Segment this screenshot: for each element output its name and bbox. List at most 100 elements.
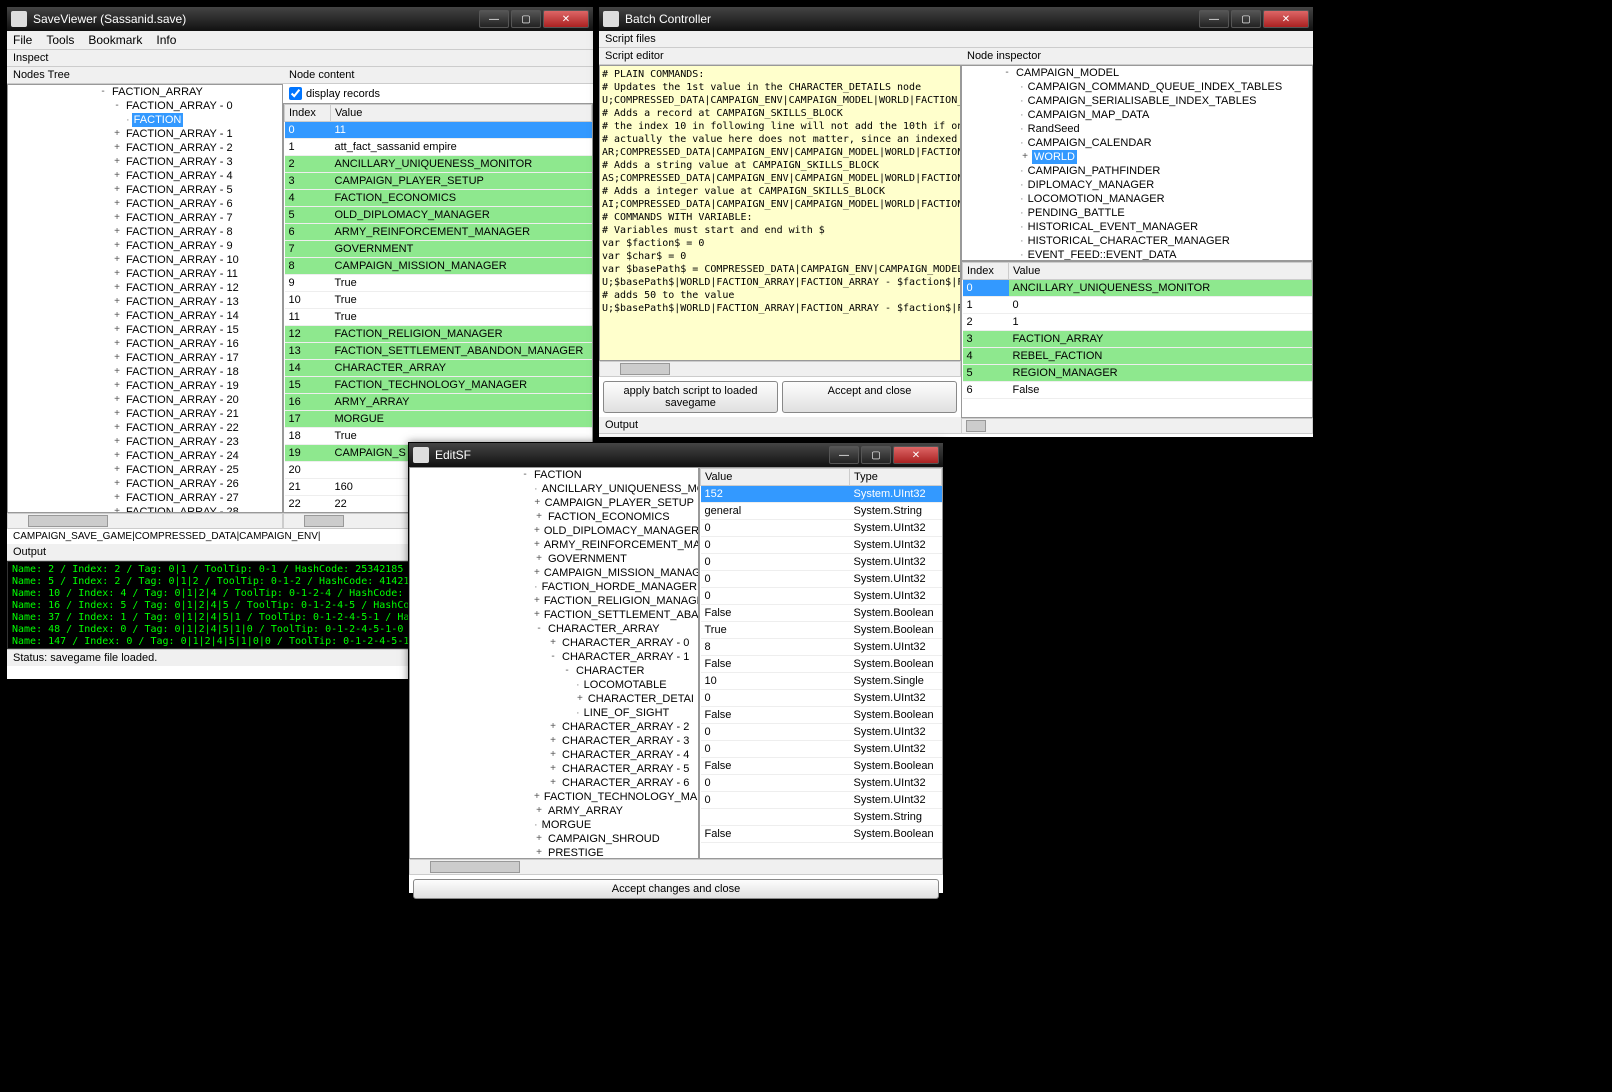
tree-item[interactable]: +FACTION_ARRAY - 2 <box>8 141 282 155</box>
editsf-table[interactable]: Value Type 152System.UInt32generalSystem… <box>699 467 943 859</box>
tree-item[interactable]: +CAMPAIGN_MISSION_MANAGEI <box>410 566 698 580</box>
tree-item[interactable]: -FACTION <box>410 468 698 482</box>
table-row[interactable]: 6False <box>963 382 1312 399</box>
table-row[interactable]: 21 <box>963 314 1312 331</box>
menu-info[interactable]: Info <box>156 33 176 47</box>
table-row[interactable]: 1att_fact_sassanid empire <box>285 139 592 156</box>
maximize-button[interactable]: ▢ <box>1231 10 1261 28</box>
tree-item[interactable]: +FACTION_ARRAY - 13 <box>8 295 282 309</box>
display-records-checkbox[interactable] <box>289 87 302 100</box>
tree-item[interactable]: +FACTION_ARRAY - 26 <box>8 477 282 491</box>
table-row[interactable]: 0System.UInt32 <box>701 520 942 537</box>
tree-item[interactable]: +FACTION_ARRAY - 4 <box>8 169 282 183</box>
table-row[interactable]: 7GOVERNMENT <box>285 241 592 258</box>
maximize-button[interactable]: ▢ <box>861 446 891 464</box>
table-row[interactable]: TrueSystem.Boolean <box>701 622 942 639</box>
tree-item[interactable]: +FACTION_RELIGION_MANAGER <box>410 594 698 608</box>
tree-item[interactable]: ·CAMPAIGN_MAP_DATA <box>962 108 1312 122</box>
table-row[interactable]: 13FACTION_SETTLEMENT_ABANDON_MANAGER <box>285 343 592 360</box>
tree-item[interactable]: ·CAMPAIGN_COMMAND_QUEUE_INDEX_TABLES <box>962 80 1312 94</box>
tree-item[interactable]: +WORLD <box>962 150 1312 164</box>
table-row[interactable]: 0System.UInt32 <box>701 537 942 554</box>
table-row[interactable]: 11True <box>285 309 592 326</box>
tree-item[interactable]: +FACTION_ECONOMICS <box>410 510 698 524</box>
th-index[interactable]: Index <box>285 105 331 122</box>
tree-item[interactable]: +FACTION_ARRAY - 10 <box>8 253 282 267</box>
tree-item[interactable]: +FACTION_ARRAY - 18 <box>8 365 282 379</box>
table-row[interactable]: 4REBEL_FACTION <box>963 348 1312 365</box>
table-row[interactable]: FalseSystem.Boolean <box>701 707 942 724</box>
table-row[interactable]: 8System.UInt32 <box>701 639 942 656</box>
tree-item[interactable]: ·CAMPAIGN_PATHFINDER <box>962 164 1312 178</box>
titlebar[interactable]: SaveViewer (Sassanid.save) — ▢ ✕ <box>7 7 593 31</box>
table-row[interactable]: 9True <box>285 275 592 292</box>
tree-item[interactable]: +CAMPAIGN_PLAYER_SETUP <box>410 496 698 510</box>
table-row[interactable]: FalseSystem.Boolean <box>701 826 942 843</box>
table-row[interactable]: 8CAMPAIGN_MISSION_MANAGER <box>285 258 592 275</box>
tree-item[interactable]: ·CAMPAIGN_CALENDAR <box>962 136 1312 150</box>
titlebar[interactable]: EditSF — ▢ ✕ <box>409 443 943 467</box>
table-row[interactable]: 16ARMY_ARRAY <box>285 394 592 411</box>
tree-hscroll[interactable] <box>7 513 283 529</box>
tree-item[interactable]: ·LOCOMOTION_MANAGER <box>962 192 1312 206</box>
close-button[interactable]: ✕ <box>893 446 939 464</box>
table-row[interactable]: 0ANCILLARY_UNIQUENESS_MONITOR <box>963 280 1312 297</box>
table-row[interactable]: System.String <box>701 809 942 826</box>
menu-tools[interactable]: Tools <box>46 33 74 47</box>
nodes-tree[interactable]: -FACTION_ARRAY-FACTION_ARRAY - 0·FACTION… <box>7 84 283 513</box>
table-row[interactable]: 10System.Single <box>701 673 942 690</box>
table-row[interactable]: 3CAMPAIGN_PLAYER_SETUP <box>285 173 592 190</box>
tree-item[interactable]: +FACTION_ARRAY - 5 <box>8 183 282 197</box>
tree-item[interactable]: +OLD_DIPLOMACY_MANAGER <box>410 524 698 538</box>
tree-item[interactable]: +FACTION_ARRAY - 17 <box>8 351 282 365</box>
table-row[interactable]: 15FACTION_TECHNOLOGY_MANAGER <box>285 377 592 394</box>
table-row[interactable]: 10 <box>963 297 1312 314</box>
table-row[interactable]: 2ANCILLARY_UNIQUENESS_MONITOR <box>285 156 592 173</box>
tree-item[interactable]: -CHARACTER <box>410 664 698 678</box>
th-value[interactable]: Value <box>331 105 592 122</box>
tree-item[interactable]: +FACTION_ARRAY - 28 <box>8 505 282 513</box>
inspector-table[interactable]: Index Value 0ANCILLARY_UNIQUENESS_MONITO… <box>961 261 1313 418</box>
tree-item[interactable]: +ARMY_ARRAY <box>410 804 698 818</box>
tree-item[interactable]: +GOVERNMENT <box>410 552 698 566</box>
table-row[interactable]: 0System.UInt32 <box>701 792 942 809</box>
tree-item[interactable]: ·MORGUE <box>410 818 698 832</box>
tree-item[interactable]: +FACTION_ARRAY - 24 <box>8 449 282 463</box>
tree-item[interactable]: ·ANCILLARY_UNIQUENESS_MOI <box>410 482 698 496</box>
script-hscroll[interactable] <box>599 361 961 377</box>
tree-item[interactable]: +CHARACTER_ARRAY - 2 <box>410 720 698 734</box>
table-row[interactable]: 0System.UInt32 <box>701 571 942 588</box>
minimize-button[interactable]: — <box>1199 10 1229 28</box>
table-row[interactable]: 0System.UInt32 <box>701 588 942 605</box>
tree-item[interactable]: +CAMPAIGN_SHROUD <box>410 832 698 846</box>
tree-item[interactable]: +FACTION_ARRAY - 1 <box>8 127 282 141</box>
th-type[interactable]: Type <box>850 469 942 486</box>
apply-script-button[interactable]: apply batch script to loaded savegame <box>603 381 778 413</box>
tree-item[interactable]: +FACTION_ARRAY - 11 <box>8 267 282 281</box>
inspector-hscroll[interactable] <box>961 418 1313 434</box>
tree-item[interactable]: +FACTION_ARRAY - 22 <box>8 421 282 435</box>
th-index[interactable]: Index <box>963 263 1009 280</box>
tree-item[interactable]: -CAMPAIGN_MODEL <box>962 66 1312 80</box>
tree-item[interactable]: +FACTION_ARRAY - 21 <box>8 407 282 421</box>
accept-close-button[interactable]: Accept and close <box>782 381 957 413</box>
tree-item[interactable]: +FACTION_ARRAY - 27 <box>8 491 282 505</box>
tree-item[interactable]: +FACTION_ARRAY - 25 <box>8 463 282 477</box>
editsf-hscroll[interactable] <box>409 859 943 875</box>
tree-item[interactable]: +CHARACTER_ARRAY - 0 <box>410 636 698 650</box>
tree-item[interactable]: -FACTION_ARRAY <box>8 85 282 99</box>
table-row[interactable]: 4FACTION_ECONOMICS <box>285 190 592 207</box>
tree-item[interactable]: +CHARACTER_ARRAY - 5 <box>410 762 698 776</box>
tree-item[interactable]: +FACTION_ARRAY - 15 <box>8 323 282 337</box>
tree-item[interactable]: +FACTION_ARRAY - 9 <box>8 239 282 253</box>
table-row[interactable]: generalSystem.String <box>701 503 942 520</box>
table-row[interactable]: 0System.UInt32 <box>701 775 942 792</box>
table-row[interactable]: 152System.UInt32 <box>701 486 942 503</box>
table-row[interactable]: 3FACTION_ARRAY <box>963 331 1312 348</box>
tree-item[interactable]: +CHARACTER_ARRAY - 4 <box>410 748 698 762</box>
tree-item[interactable]: +FACTION_TECHNOLOGY_MANA <box>410 790 698 804</box>
minimize-button[interactable]: — <box>829 446 859 464</box>
table-row[interactable]: 0System.UInt32 <box>701 554 942 571</box>
tree-item[interactable]: +FACTION_ARRAY - 7 <box>8 211 282 225</box>
tree-item[interactable]: +FACTION_ARRAY - 16 <box>8 337 282 351</box>
